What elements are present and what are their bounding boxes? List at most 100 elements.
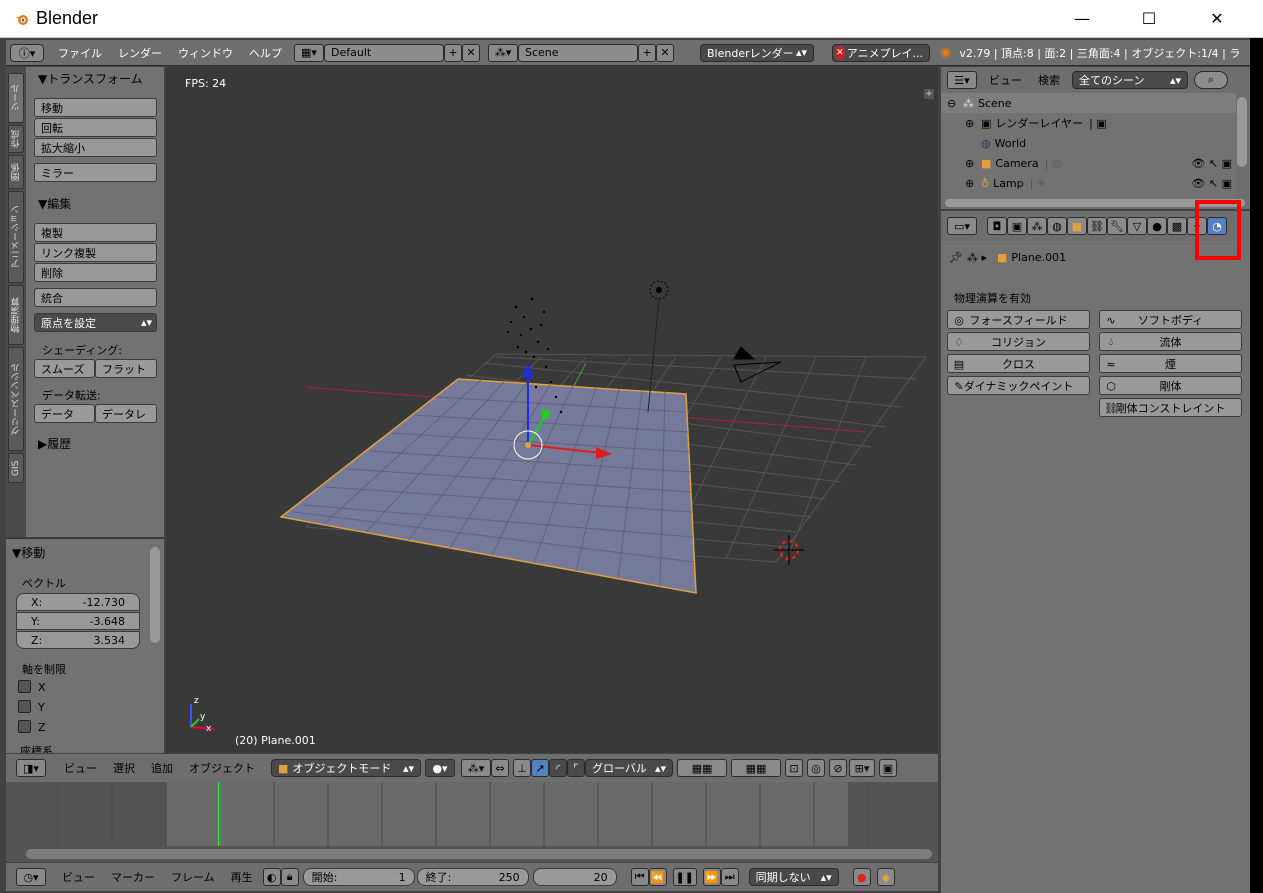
editor-type-3d-icon[interactable]: ◨▾ <box>16 759 46 777</box>
vector-z-field[interactable]: Z: 3.534 <box>16 631 140 649</box>
delete-button[interactable]: 削除 <box>34 263 157 282</box>
orientation-select[interactable]: グローバル ▴▾ <box>585 759 673 777</box>
modifiers-tab-icon[interactable]: 🔧︎ <box>1107 217 1127 235</box>
tab-animation[interactable]: アニメーション <box>8 191 24 283</box>
anim-playback-button[interactable]: ✕ アニメプレイ... <box>832 43 930 62</box>
cloth-button[interactable]: ▤ クロス <box>947 354 1090 373</box>
menu-file[interactable]: ファイル <box>50 45 110 61</box>
outliner-row-scene[interactable]: ⊖ ⁂ Scene <box>941 93 1236 113</box>
vp-menu-object[interactable]: オブジェクト <box>181 760 263 776</box>
render-layers-tab-icon[interactable]: ▣ <box>1007 217 1027 235</box>
add-layout-icon[interactable]: + <box>444 43 462 62</box>
remove-layout-icon[interactable]: ✕ <box>462 43 480 62</box>
expand-icon[interactable]: ⊕ <box>965 177 977 190</box>
jump-next-key-icon[interactable]: ⏩ <box>702 868 721 886</box>
editor-type-outliner-icon[interactable]: ☰▾ <box>947 71 977 89</box>
outliner-scrollbar[interactable] <box>1237 97 1247 167</box>
expand-icon[interactable]: ⊕ <box>965 157 977 170</box>
end-frame-field[interactable]: 終了: 250 <box>416 868 529 886</box>
transform-manipulator-icon[interactable]: ⊥ <box>513 759 531 777</box>
jump-start-icon[interactable]: ⏮ <box>630 868 649 886</box>
fluid-button[interactable]: 💧︎ 流体 <box>1099 332 1242 351</box>
edit-panel-header[interactable]: ▼編集 <box>38 195 71 212</box>
duplicate-button[interactable]: 複製 <box>34 223 157 242</box>
outliner-row-world[interactable]: ◍ World <box>941 133 1236 153</box>
render-engine-select[interactable]: Blenderレンダー ▴▾ <box>700 43 814 62</box>
outliner-row-renderlayers[interactable]: ⊕ ▣ レンダーレイヤー | ▣ <box>941 113 1236 133</box>
camera-object[interactable] <box>733 346 782 383</box>
timeline-area[interactable]: -40-200204060801001201401601802002202402… <box>6 782 938 862</box>
constraint-z-checkbox[interactable] <box>18 720 31 733</box>
close-button[interactable]: ✕ <box>1194 0 1240 36</box>
tl-menu-marker[interactable]: マーカー <box>103 869 163 885</box>
timeline-scrollbar[interactable] <box>26 849 932 859</box>
maximize-button[interactable]: ☐ <box>1126 0 1172 36</box>
translate-manipulator-icon[interactable]: ↗ <box>531 759 549 777</box>
tl-menu-frame[interactable]: フレーム <box>163 869 223 885</box>
scale-button[interactable]: 拡大縮小 <box>34 138 157 157</box>
vp-menu-add[interactable]: 追加 <box>143 760 181 776</box>
data-transfer-button[interactable]: データ <box>34 404 95 423</box>
vp-menu-view[interactable]: ビュー <box>56 760 105 776</box>
layers-2-icon[interactable]: ▦▦ <box>731 759 781 777</box>
tab-create[interactable]: 作成 <box>8 125 24 153</box>
rigid-body-button[interactable]: ⬡ 剛体 <box>1099 376 1242 395</box>
shade-flat-button[interactable]: フラット <box>95 359 157 378</box>
translate-button[interactable]: 移動 <box>34 98 157 117</box>
join-button[interactable]: 統合 <box>34 288 157 307</box>
vector-y-field[interactable]: Y: -3.648 <box>16 612 140 630</box>
operator-scrollbar[interactable] <box>150 547 160 643</box>
tl-menu-view[interactable]: ビュー <box>54 869 103 885</box>
layout-field[interactable]: Default <box>324 43 444 62</box>
menu-help[interactable]: ヘルプ <box>241 45 290 61</box>
pause-icon[interactable]: ❚❚ <box>672 868 697 886</box>
smoke-button[interactable]: ≈ 煙 <box>1099 354 1242 373</box>
tab-tools[interactable]: ツール <box>8 73 24 123</box>
keyframe-icon[interactable]: ◆ <box>876 868 895 886</box>
current-frame-field[interactable]: 20 <box>532 868 617 886</box>
3d-cursor[interactable] <box>774 535 804 565</box>
expand-icon[interactable]: ⊕ <box>965 117 977 130</box>
add-scene-icon[interactable]: + <box>638 43 656 62</box>
jump-end-icon[interactable]: ⏭ <box>720 868 739 886</box>
scale-manipulator-icon[interactable]: ⌜ <box>567 759 585 777</box>
editor-type-timeline-icon[interactable]: ◷▾ <box>16 868 46 886</box>
menu-render[interactable]: レンダー <box>110 45 170 61</box>
layers-1-icon[interactable]: ▦▦ <box>677 759 727 777</box>
menu-window[interactable]: ウィンドウ <box>170 45 241 61</box>
editor-type-properties-icon[interactable]: ▭▾ <box>947 217 977 235</box>
tl-menu-playback[interactable]: 再生 <box>223 869 261 885</box>
display-mode-select[interactable]: 全てのシーン ▴▾ <box>1072 71 1188 89</box>
search-icon[interactable]: ⌕ <box>1194 71 1228 89</box>
tab-relations[interactable]: 関係 <box>8 155 24 189</box>
start-frame-field[interactable]: 開始: 1 <box>302 868 415 886</box>
3d-viewport[interactable]: FPS: 24 + z y x (20) Plane.001 <box>166 67 938 753</box>
collision-button[interactable]: ♢ コリジョン <box>947 332 1090 351</box>
record-icon[interactable]: ● <box>852 868 871 886</box>
lock-range-icon[interactable]: 🔒︎ <box>280 868 299 886</box>
render-preview-icon[interactable]: ▣ <box>879 759 897 777</box>
manipulator-toggle-icon[interactable]: ⇔ <box>491 759 509 777</box>
snap-element-icon[interactable]: ⊞▾ <box>849 759 875 777</box>
pivot-select-icon[interactable]: ⁂▾ <box>461 759 491 777</box>
outliner-menu-view[interactable]: ビュー <box>981 72 1030 88</box>
tab-gis[interactable]: GIS <box>8 453 24 483</box>
shading-select-icon[interactable]: ●▾ <box>425 759 455 777</box>
tab-physics[interactable]: 物理演算 <box>8 285 24 345</box>
constraints-tab-icon[interactable]: ⛓ <box>1087 217 1107 235</box>
collapse-icon[interactable]: ⊖ <box>947 97 959 110</box>
snap-icon[interactable]: ⊘ <box>829 759 847 777</box>
constraint-x-checkbox[interactable] <box>18 680 31 693</box>
tab-grease-pencil[interactable]: グリースペンシル <box>8 347 24 451</box>
material-tab-icon[interactable]: ● <box>1147 217 1167 235</box>
world-tab-icon[interactable]: ◍ <box>1047 217 1067 235</box>
layout-icon[interactable]: ▦▾ <box>294 43 324 62</box>
rigid-body-constraint-button[interactable]: ⛓ 剛体コンストレイント <box>1099 398 1242 417</box>
history-panel-header[interactable]: ▶履歴 <box>38 435 71 452</box>
render-tab-icon[interactable]: ◘ <box>987 217 1007 235</box>
scene-tab-icon[interactable]: ⁂ <box>1027 217 1047 235</box>
pin-icon[interactable]: 📌︎ <box>949 251 963 264</box>
vp-menu-select[interactable]: 選択 <box>105 760 143 776</box>
scene-icon[interactable]: ⁂▾ <box>488 43 518 62</box>
editor-type-info-icon[interactable]: ⓘ▾ <box>10 43 44 62</box>
